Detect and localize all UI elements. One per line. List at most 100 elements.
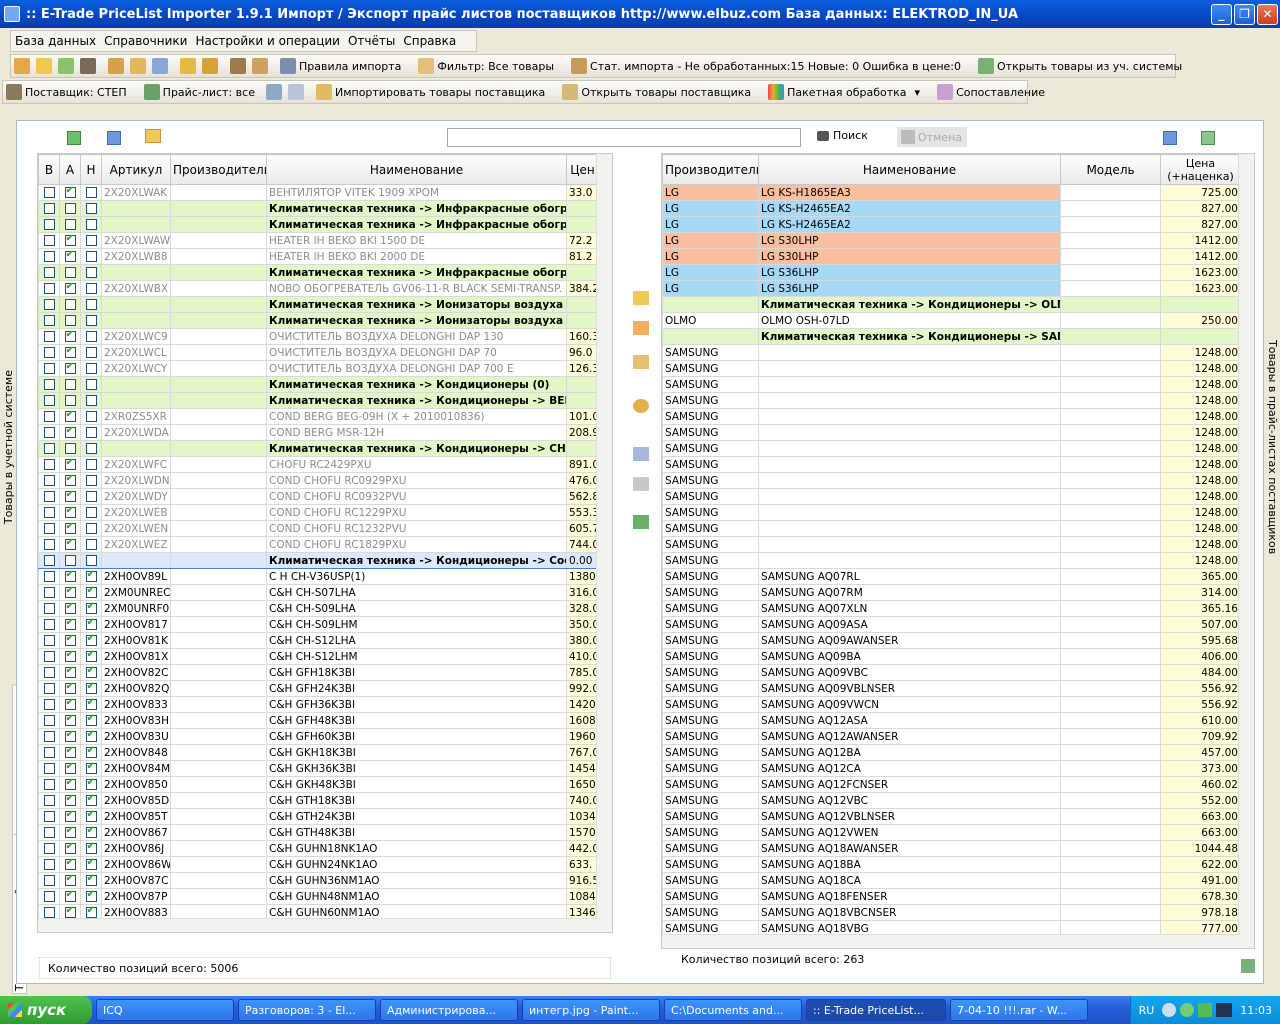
table-row[interactable]: 2X20XLWDN COND CHOFU RC0929PXU476.0	[38, 472, 599, 489]
export-icon[interactable]	[1201, 131, 1215, 145]
category-row[interactable]: Климатическая техника -> Кондиционеры ->…	[662, 328, 1241, 345]
checkbox-b[interactable]	[43, 603, 55, 614]
checkbox-a[interactable]	[64, 426, 76, 438]
package-icon[interactable]	[202, 58, 218, 74]
checkbox-n[interactable]	[85, 475, 97, 486]
search-input[interactable]	[447, 128, 801, 147]
search-button[interactable]: Поиск	[817, 129, 868, 142]
cancel-button[interactable]: Отмена	[897, 127, 967, 147]
checkbox-a[interactable]	[64, 282, 76, 294]
taskbar-item-opera[interactable]: Администрирова...	[380, 999, 518, 1021]
import-supplier-goods-button[interactable]: Импортировать товары поставщика	[335, 86, 545, 99]
checkbox-n[interactable]	[85, 666, 97, 678]
checkbox-n[interactable]	[85, 283, 97, 294]
table-row[interactable]: 2XM0UNREC C&H CH-S07LHA316.0	[38, 584, 599, 601]
checkbox-b[interactable]	[43, 347, 55, 358]
table-row[interactable]: SAMSUNG 1248.00	[662, 504, 1241, 521]
table-row[interactable]: LG LG S36LHP 1623.00	[662, 280, 1241, 297]
user-icon[interactable]	[80, 58, 96, 74]
checkbox-a[interactable]	[64, 634, 76, 646]
table-row[interactable]: LG LG S30LHP 1412.00	[662, 248, 1241, 265]
checkbox-n[interactable]	[85, 331, 97, 342]
checkbox-a[interactable]	[64, 762, 76, 774]
pricelist-select[interactable]: Прайс-лист: все	[163, 86, 255, 99]
checkbox-n[interactable]	[85, 187, 97, 198]
checkbox-n[interactable]	[85, 890, 97, 902]
filter-button[interactable]: Фильтр: Все товары	[437, 60, 554, 73]
table-row[interactable]: SAMSUNG 1248.00	[662, 360, 1241, 377]
checkbox-b[interactable]	[43, 811, 55, 822]
table-row[interactable]: SAMSUNG 1248.00	[662, 344, 1241, 361]
checkbox-b[interactable]	[43, 363, 55, 374]
table-row[interactable]: SAMSUNG SAMSUNG AQ09VBLNSER 556.92	[662, 680, 1241, 697]
network-icon[interactable]	[1162, 1003, 1177, 1017]
left-horizontal-scrollbar[interactable]	[38, 918, 598, 932]
checkbox-a[interactable]	[64, 267, 76, 278]
table-row[interactable]: SAMSUNG SAMSUNG AQ12CA 373.00	[662, 760, 1241, 777]
checkbox-a[interactable]	[64, 794, 76, 806]
checkbox-b[interactable]	[43, 875, 55, 886]
table-row[interactable]: 2X20XLWAW HEATER IH BEKO BKI 1500 DE72.2	[38, 232, 599, 249]
checkbox-b[interactable]	[43, 795, 55, 806]
folder-icon[interactable]	[36, 58, 52, 74]
start-button[interactable]: пуск	[0, 996, 92, 1024]
table-row[interactable]: 2XH0OV87C C&H GUHN36NM1AO916.5	[38, 872, 599, 889]
checkbox-b[interactable]	[43, 267, 55, 278]
table-row[interactable]: 2XH0OV84M C&H GKH36K3BI1454	[38, 760, 599, 777]
checkbox-n[interactable]	[85, 411, 97, 422]
checkbox-b[interactable]	[43, 779, 55, 790]
checkbox-n[interactable]	[85, 379, 97, 390]
checkbox-n[interactable]	[85, 235, 97, 246]
checkbox-b[interactable]	[43, 475, 55, 486]
table-row[interactable]: SAMSUNG 1248.00	[662, 376, 1241, 393]
checkbox-a[interactable]	[64, 379, 76, 390]
checkbox-a[interactable]	[64, 330, 76, 342]
exit-icon[interactable]	[1241, 959, 1255, 973]
checkbox-b[interactable]	[43, 427, 55, 438]
checkbox-a[interactable]	[64, 618, 76, 630]
icq-tray-icon[interactable]	[1198, 1003, 1213, 1017]
taskbar-item-chats[interactable]: Разговоров: 3 - El...	[238, 999, 376, 1021]
checkbox-b[interactable]	[43, 251, 55, 262]
menu-references[interactable]: Справочники	[100, 34, 191, 48]
checkbox-b[interactable]	[43, 491, 55, 502]
checkbox-n[interactable]	[85, 906, 97, 918]
checkbox-n[interactable]	[85, 586, 97, 598]
checkbox-a[interactable]	[64, 538, 76, 550]
checkbox-a[interactable]	[64, 778, 76, 790]
checkbox-n[interactable]	[85, 858, 97, 870]
checkbox-b[interactable]	[43, 763, 55, 774]
checkbox-b[interactable]	[43, 379, 55, 390]
checkbox-a[interactable]	[64, 810, 76, 822]
checkbox-a[interactable]	[64, 682, 76, 694]
minimize-button[interactable]: _	[1211, 3, 1232, 25]
checkbox-a[interactable]	[64, 395, 76, 406]
checkbox-a[interactable]	[64, 698, 76, 710]
table-row[interactable]: SAMSUNG SAMSUNG AQ18BA 622.00	[662, 856, 1241, 873]
table-row[interactable]: 2X20XLWDA COND BERG MSR-12H208.9	[38, 424, 599, 441]
table-row[interactable]: SAMSUNG 1248.00	[662, 424, 1241, 441]
table-row[interactable]: 2XH0OV85T C&H GTH24K3BI1034	[38, 808, 599, 825]
category-row[interactable]: Климатическая техника -> Кондиционеры ->…	[38, 392, 599, 409]
checkbox-n[interactable]	[85, 746, 97, 758]
checkbox-b[interactable]	[43, 891, 55, 902]
checkbox-b[interactable]	[43, 331, 55, 342]
table-row[interactable]: 2XH0OV89L C H CH-V36USP(1)1380	[38, 568, 599, 585]
table-row[interactable]: SAMSUNG 1248.00	[662, 392, 1241, 409]
right-horizontal-scrollbar[interactable]	[662, 934, 1240, 948]
checkbox-n[interactable]	[85, 810, 97, 822]
table-row[interactable]: 2XH0OV848 C&H GKH18K3BI767.0	[38, 744, 599, 761]
checkbox-a[interactable]	[64, 219, 76, 230]
menu-settings[interactable]: Настройки и операции	[191, 34, 344, 48]
coins-icon[interactable]	[180, 58, 196, 74]
checkbox-b[interactable]	[43, 907, 55, 918]
checkbox-a[interactable]	[64, 346, 76, 358]
checkbox-n[interactable]	[85, 299, 97, 310]
table-row[interactable]: 2XH0OV817 C&H CH-S09LHM350.0	[38, 616, 599, 633]
checkbox-n[interactable]	[85, 347, 97, 358]
checkbox-a[interactable]	[64, 458, 76, 470]
table-row[interactable]: 2XH0OV82C C&H GFH18K3BI785.0	[38, 664, 599, 681]
menu-reports[interactable]: Отчёты	[344, 34, 399, 48]
col-header-b[interactable]: В	[38, 154, 60, 185]
table-row[interactable]: SAMSUNG 1248.00	[662, 408, 1241, 425]
